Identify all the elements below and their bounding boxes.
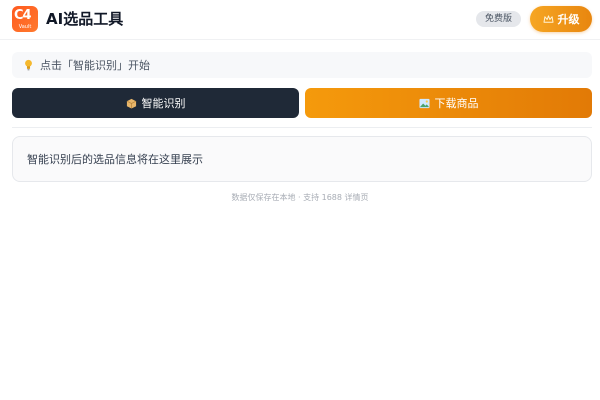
app-logo: C4 Vault bbox=[12, 6, 38, 32]
crown-icon bbox=[543, 14, 553, 23]
result-placeholder: 智能识别后的选品信息将在这里展示 bbox=[27, 153, 203, 166]
result-panel: 智能识别后的选品信息将在这里展示 bbox=[12, 136, 592, 182]
download-label: 下载商品 bbox=[434, 97, 479, 110]
hint-bar: 点击「智能识别」开始 bbox=[12, 52, 592, 78]
hint-text: 点击「智能识别」开始 bbox=[40, 59, 150, 72]
upgrade-button[interactable]: 升级 bbox=[530, 6, 592, 32]
lightbulb-icon bbox=[25, 59, 32, 71]
plan-badge: 免费版 bbox=[476, 11, 522, 27]
identify-button[interactable]: 智能识别 bbox=[12, 88, 299, 118]
package-icon bbox=[126, 98, 136, 109]
app-title: AI选品工具 bbox=[46, 10, 124, 28]
logo-glyph: C4 bbox=[14, 8, 32, 23]
footer-note: 数据仅保存在本地 · 支持 1688 详情页 bbox=[231, 193, 369, 202]
section-divider bbox=[12, 127, 592, 128]
identify-label: 智能识别 bbox=[141, 97, 186, 110]
download-button[interactable]: 下载商品 bbox=[305, 88, 592, 118]
image-icon bbox=[418, 98, 430, 108]
logo-label: Vault bbox=[18, 24, 32, 30]
app-header: C4 Vault AI选品工具 免费版 升级 bbox=[0, 0, 600, 40]
upgrade-label: 升级 bbox=[557, 13, 580, 26]
